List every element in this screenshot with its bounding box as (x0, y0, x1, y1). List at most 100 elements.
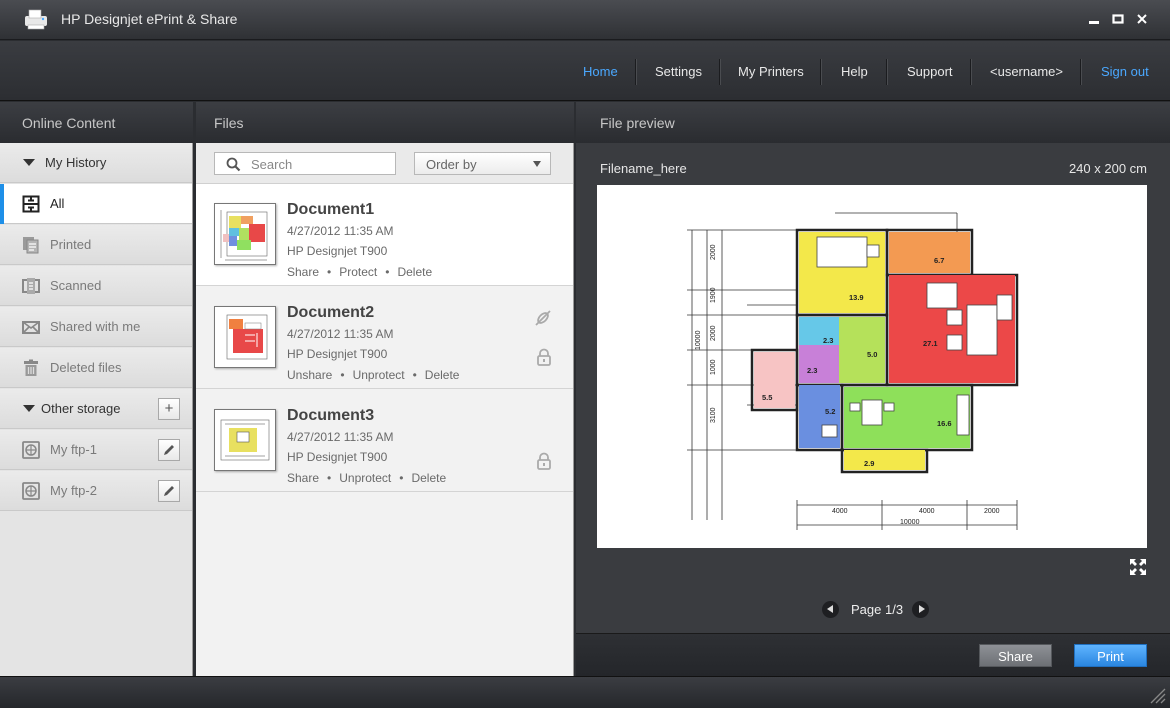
close-button[interactable] (1135, 12, 1149, 26)
sidebar-item-printed[interactable]: Printed (0, 225, 192, 265)
plan-room-label: 5.5 (762, 393, 772, 402)
sidebar-item-all[interactable]: All (0, 184, 192, 224)
plan-room-label: 6.7 (934, 256, 944, 265)
sidebar-item-label: All (50, 196, 65, 211)
delete-link[interactable]: Delete (411, 471, 446, 485)
maximize-button[interactable] (1111, 12, 1125, 26)
all-grid-icon (22, 195, 40, 213)
sidebar-item-label: My ftp-1 (50, 442, 97, 457)
order-by-select[interactable]: Order by (414, 152, 551, 175)
share-link[interactable]: Share (287, 265, 319, 279)
sidebar-item-scanned[interactable]: Scanned (0, 266, 192, 306)
next-page-button[interactable] (912, 601, 929, 618)
other-storage-label: Other storage (41, 401, 121, 416)
sidebar-item-label: My ftp-2 (50, 483, 97, 498)
printer-logo-icon (25, 9, 47, 30)
separator-dot: • (385, 265, 390, 279)
trash-icon (24, 359, 38, 376)
document-date: 4/27/2012 11:35 AM (287, 224, 394, 238)
protect-link[interactable]: Protect (339, 265, 377, 279)
file-item-document1[interactable]: Document1 4/27/2012 11:35 AM HP Designje… (196, 184, 573, 286)
delete-link[interactable]: Delete (425, 368, 460, 382)
file-preview-panel: Filename_here 240 x 200 cm 6.7 13.9 27.1… (576, 143, 1170, 633)
lock-icon (537, 348, 551, 366)
files-header: Files (196, 102, 574, 143)
preview-title: File preview (600, 115, 675, 131)
plan-room-label: 27.1 (923, 339, 938, 348)
nav-home[interactable]: Home (583, 64, 618, 79)
plan-room-label: 2.3 (823, 336, 833, 345)
preview-dimensions: 240 x 200 cm (1068, 161, 1147, 176)
my-history-group[interactable]: My History (0, 143, 192, 183)
page-indicator: Page 1/3 (851, 602, 904, 617)
dropdown-arrow-icon (533, 161, 541, 167)
document-date: 4/27/2012 11:35 AM (287, 430, 394, 444)
page-navigation: Page 1/3 (576, 601, 1170, 621)
preview-header: File preview (576, 102, 1170, 143)
nav-username[interactable]: <username> (990, 64, 1063, 79)
sidebar-item-my-ftp-2[interactable]: My ftp-2 (0, 471, 192, 511)
fullscreen-expand-icon[interactable] (1128, 557, 1148, 577)
printed-icon (23, 237, 39, 254)
nav-help[interactable]: Help (841, 64, 868, 79)
unprotect-link[interactable]: Unprotect (353, 368, 405, 382)
plan-dimension-label: 2000 (710, 244, 717, 260)
plan-room-label: 5.0 (867, 350, 877, 359)
online-content-sidebar: My History All Printed Scanned Shared wi… (0, 143, 193, 676)
sidebar-item-label: Shared with me (50, 319, 141, 334)
lock-icon (537, 452, 551, 470)
separator-dot: • (327, 265, 332, 279)
nav-my-printers[interactable]: My Printers (738, 64, 804, 79)
preview-canvas[interactable]: 6.7 13.9 27.1 2.3 5.0 2.3 5.5 5.2 16.6 2… (597, 185, 1147, 548)
floor-plan-image: 6.7 13.9 27.1 2.3 5.0 2.3 5.5 5.2 16.6 2… (687, 212, 1019, 530)
search-input[interactable] (251, 156, 391, 172)
nav-separator (719, 59, 720, 85)
nav-sign-out[interactable]: Sign out (1101, 64, 1149, 79)
envelope-icon (22, 321, 40, 334)
document-thumbnail (214, 203, 276, 265)
online-content-title: Online Content (22, 115, 116, 131)
plan-dimension-label: 2000 (710, 325, 717, 341)
unprotect-link[interactable]: Unprotect (339, 471, 391, 485)
file-item-document2[interactable]: Document2 4/27/2012 11:35 AM HP Designje… (196, 287, 573, 389)
sidebar-item-deleted-files[interactable]: Deleted files (0, 348, 192, 388)
sidebar-item-label: Deleted files (50, 360, 122, 375)
sidebar-item-shared-with-me[interactable]: Shared with me (0, 307, 192, 347)
title-bar: HP Designjet ePrint & Share (0, 0, 1170, 40)
collapse-triangle-icon (23, 159, 35, 166)
nav-support[interactable]: Support (907, 64, 953, 79)
nav-settings[interactable]: Settings (655, 64, 702, 79)
document-title: Document1 (287, 201, 375, 218)
document-printer: HP Designjet T900 (287, 244, 388, 258)
edit-ftp-2-button[interactable] (158, 480, 180, 502)
separator-dot: • (412, 368, 417, 382)
add-storage-button[interactable]: + (158, 398, 180, 420)
previous-page-button[interactable] (822, 601, 839, 618)
share-link[interactable]: Share (287, 471, 319, 485)
document-thumbnail (214, 306, 276, 368)
other-storage-group[interactable]: Other storage + (0, 389, 192, 429)
scanned-icon (22, 278, 40, 294)
resize-grip-icon[interactable] (1146, 684, 1166, 704)
plus-icon: + (164, 400, 174, 417)
plan-dimension-label: 10000 (695, 330, 702, 350)
maximize-icon (1112, 14, 1124, 24)
edit-ftp-1-button[interactable] (158, 439, 180, 461)
file-item-document3[interactable]: Document3 4/27/2012 11:35 AM HP Designje… (196, 390, 573, 492)
status-bar (0, 676, 1170, 708)
plan-dimension-label: 1000 (710, 359, 717, 375)
minimize-button[interactable] (1087, 12, 1101, 26)
sidebar-item-my-ftp-1[interactable]: My ftp-1 (0, 430, 192, 470)
share-button[interactable]: Share (979, 644, 1052, 667)
my-history-label: My History (45, 155, 107, 170)
search-icon (226, 157, 241, 172)
top-navigation: Home Settings My Printers Help Support <… (0, 41, 1170, 101)
unshare-link[interactable]: Unshare (287, 368, 332, 382)
plan-dimension-label: 2000 (984, 508, 1000, 515)
plan-dimension-label: 4000 (832, 508, 848, 515)
plan-room-label: 5.2 (825, 407, 835, 416)
sidebar-item-label: Printed (50, 237, 92, 252)
delete-link[interactable]: Delete (397, 265, 432, 279)
search-box[interactable] (214, 152, 396, 175)
print-button[interactable]: Print (1074, 644, 1147, 667)
